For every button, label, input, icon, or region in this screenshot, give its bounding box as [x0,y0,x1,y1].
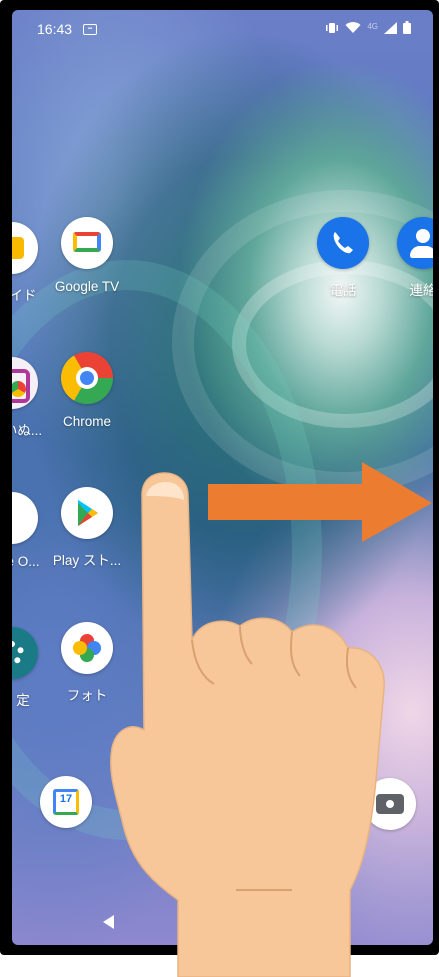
swipe-overlay [109,462,432,977]
swipe-arrow-icon [208,462,432,542]
pointing-hand-icon [109,472,385,977]
